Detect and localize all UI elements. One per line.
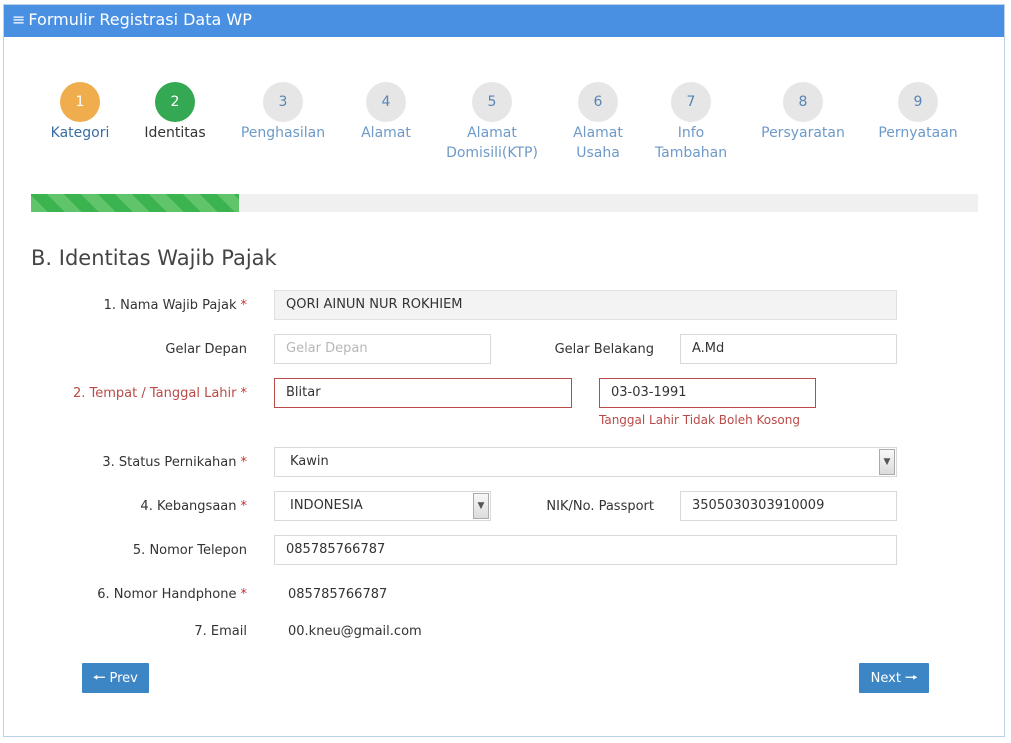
email-label: 7. Email [194, 624, 247, 639]
step-number: 9 [898, 82, 938, 122]
step-label: Identitas [144, 125, 206, 141]
step-number: 6 [578, 82, 618, 122]
gelar-belakang-field[interactable]: A.Md [680, 334, 897, 364]
step-number: 4 [366, 82, 406, 122]
nik-label: NIK/No. Passport [546, 499, 654, 514]
section-title: B. Identitas Wajib Pajak [31, 246, 277, 270]
step-penghasilan[interactable]: 3 Penghasilan [223, 82, 343, 143]
handphone-label: 6. Nomor Handphone * [97, 587, 247, 602]
step-number: 5 [472, 82, 512, 122]
status-label: 3. Status Pernikahan * [102, 455, 247, 470]
gelar-depan-label: Gelar Depan [165, 342, 247, 357]
step-number: 7 [671, 82, 711, 122]
status-select[interactable]: Kawin [274, 447, 897, 477]
nik-field[interactable]: 3505030303910009 [680, 491, 897, 521]
nama-label: 1. Nama Wajib Pajak * [103, 298, 247, 313]
step-info-tambahan[interactable]: 7 Info Tambahan [631, 82, 751, 163]
step-persyaratan[interactable]: 8 Persyaratan [743, 82, 863, 143]
nama-field[interactable]: QORI AINUN NUR ROKHIEM [274, 290, 897, 320]
email-value: 00.kneu@gmail.com [288, 624, 422, 639]
chevron-down-icon[interactable]: ▼ [879, 449, 895, 475]
kebangsaan-select[interactable]: INDONESIA [274, 491, 491, 521]
telepon-label: 5. Nomor Telepon [132, 543, 247, 558]
step-number: 3 [263, 82, 303, 122]
step-label: Info Tambahan [654, 125, 728, 161]
step-identitas[interactable]: 2 Identitas [115, 82, 235, 143]
kebangsaan-label: 4. Kebangsaan * [140, 499, 247, 514]
step-number: 2 [155, 82, 195, 122]
wizard-steps: 1 Kategori 2 Identitas 3 Penghasilan 4 A… [0, 0, 1011, 170]
handphone-value: 085785766787 [288, 587, 388, 602]
tanggal-lahir-field[interactable]: 03-03-1991 [599, 378, 816, 408]
step-number: 8 [783, 82, 823, 122]
chevron-down-icon[interactable]: ▼ [473, 493, 489, 519]
step-label: Persyaratan [761, 125, 845, 141]
step-pernyataan[interactable]: 9 Pernyataan [858, 82, 978, 143]
step-label: Alamat Usaha [573, 125, 623, 161]
arrow-right-icon: 🠒 [905, 670, 918, 686]
next-button[interactable]: Next 🠒 [859, 663, 929, 693]
step-label: Pernyataan [878, 125, 958, 141]
tempat-lahir-field[interactable]: Blitar [274, 378, 572, 408]
prev-button[interactable]: 🠐 Prev [82, 663, 149, 693]
telepon-field[interactable]: 085785766787 [274, 535, 897, 565]
gelar-belakang-label: Gelar Belakang [554, 342, 654, 357]
step-label: Alamat Domisili(KTP) [446, 125, 538, 161]
ttl-label: 2. Tempat / Tanggal Lahir * [72, 386, 247, 401]
progress-fill [31, 194, 240, 212]
step-label: Penghasilan [240, 125, 326, 141]
step-number: 1 [60, 82, 100, 122]
arrow-left-icon: 🠐 [93, 670, 106, 686]
tanggal-lahir-error: Tanggal Lahir Tidak Boleh Kosong [599, 413, 800, 427]
progress-bar [31, 194, 978, 212]
gelar-depan-field[interactable]: Gelar Depan [274, 334, 491, 364]
